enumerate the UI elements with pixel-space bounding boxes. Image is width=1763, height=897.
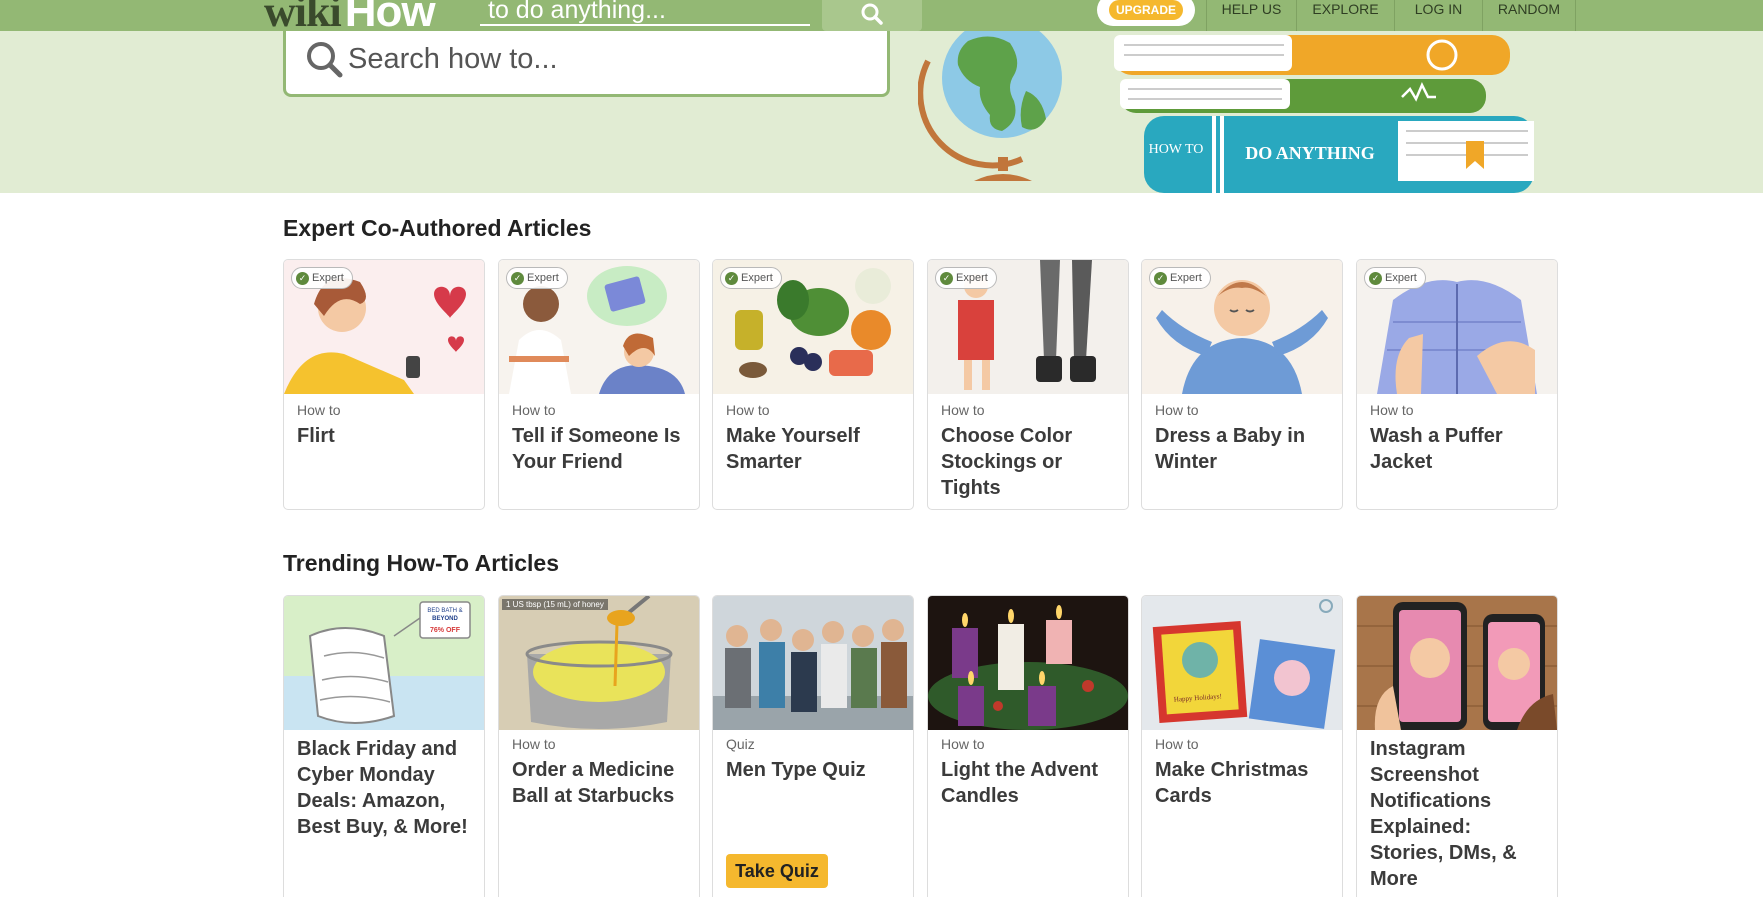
book-title-text: DO ANYTHING <box>1245 143 1375 163</box>
expert-badge: ✓ Expert <box>720 267 782 289</box>
check-icon: ✓ <box>296 271 309 285</box>
card-title: Tell if Someone Is Your Friend <box>512 425 681 473</box>
towels-price-tag-image: BED BATH & BEYOND 76% OFF <box>284 596 484 730</box>
card-title: Instagram Screenshot Notifications Expla… <box>1370 738 1517 890</box>
tag-line-1: BED BATH & <box>427 608 462 614</box>
article-card-make-smarter[interactable]: ✓ Expert How to Make Yourself Smarter <box>712 259 914 510</box>
trending-section-title: Trending How-To Articles <box>283 550 560 576</box>
globe-and-books-illustration: HOW TO DO ANYTHING <box>918 31 1534 193</box>
article-card-puffer-jacket[interactable]: ✓ Expert How to Wash a Puffer Jacket <box>1356 259 1558 510</box>
check-icon: ✓ <box>940 271 953 285</box>
card-kicker: How to <box>941 402 985 418</box>
advent-candles-image <box>928 596 1128 730</box>
card-title: Men Type Quiz <box>726 759 866 781</box>
check-icon: ✓ <box>511 271 524 285</box>
card-title: Wash a Puffer Jacket <box>1370 425 1503 473</box>
hero-search-placeholder: Search how to... <box>348 43 558 75</box>
christmas-cards-image: Happy Holidays! <box>1142 596 1342 730</box>
check-icon: ✓ <box>1369 271 1382 285</box>
top-search-input[interactable]: to do anything... <box>480 0 810 26</box>
expert-badge-label: Expert <box>527 272 559 284</box>
expert-badge-label: Expert <box>1170 272 1202 284</box>
card-kicker: How to <box>512 736 556 752</box>
nav-help-us[interactable]: HELP US <box>1206 0 1296 31</box>
top-search-button[interactable] <box>822 0 922 31</box>
article-card-dress-baby[interactable]: ✓ Expert How to Dress a Baby in Winter <box>1141 259 1343 510</box>
card-title: Order a Medicine Ball at Starbucks <box>512 759 675 807</box>
card-kicker: How to <box>1155 402 1199 418</box>
expert-badge-label: Expert <box>312 272 344 284</box>
book-how-to-text: HOW TO <box>1149 142 1204 157</box>
article-card-medicine-ball[interactable]: 1 US tbsp (15 mL) of honey How to Order … <box>498 595 700 897</box>
nav-explore[interactable]: EXPLORE <box>1296 0 1394 31</box>
card-title: Dress a Baby in Winter <box>1155 425 1306 473</box>
tag-line-2: BEYOND <box>432 616 458 622</box>
upgrade-label: UPGRADE <box>1108 0 1183 20</box>
expert-badge-label: Expert <box>956 272 988 284</box>
honey-spoon-image <box>499 596 699 730</box>
article-card-christmas-cards[interactable]: Happy Holidays! How to Make Christmas Ca… <box>1141 595 1343 897</box>
nav-random[interactable]: RANDOM <box>1482 0 1576 31</box>
expert-badge-label: Expert <box>1385 272 1417 284</box>
phones-instagram-image <box>1357 596 1557 730</box>
article-card-tell-if-friend[interactable]: ✓ Expert How to Tell if Someone Is Your F… <box>498 259 700 510</box>
article-card-instagram-screenshot[interactable]: Instagram Screenshot Notifications Expla… <box>1356 595 1558 897</box>
take-quiz-button[interactable]: Take Quiz <box>726 854 828 888</box>
expert-badge: ✓ Expert <box>1149 267 1211 289</box>
search-icon <box>307 42 343 78</box>
article-card-stockings[interactable]: ✓ Expert How to Choose Color Stockings or… <box>927 259 1129 510</box>
image-caption: 1 US tbsp (15 mL) of honey <box>502 599 608 610</box>
top-nav-bar: wikiHow to do anything... UPGRADE HELP U… <box>0 0 1763 36</box>
search-icon <box>861 3 883 25</box>
hero-search-input[interactable]: Search how to... <box>283 31 890 97</box>
card-kicker: How to <box>1155 736 1199 752</box>
card-kicker: How to <box>726 402 770 418</box>
article-card-black-friday[interactable]: BED BATH & BEYOND 76% OFF Black Friday a… <box>283 595 485 897</box>
nav-log-in[interactable]: LOG IN <box>1394 0 1482 31</box>
card-kicker: Quiz <box>726 736 755 752</box>
expert-badge: ✓ Expert <box>935 267 997 289</box>
card-title: Black Friday and Cyber Monday Deals: Ama… <box>297 738 468 838</box>
card-title: Choose Color Stockings or Tights <box>941 425 1073 499</box>
card-title: Light the Advent Candles <box>941 759 1099 807</box>
expert-badge-label: Expert <box>741 272 773 284</box>
books-stack-icon: HOW TO DO ANYTHING <box>1114 35 1534 193</box>
card-kicker: How to <box>512 402 556 418</box>
check-icon: ✓ <box>1154 271 1167 285</box>
article-card-advent-candles[interactable]: How to Light the Advent Candles <box>927 595 1129 897</box>
upgrade-button[interactable]: UPGRADE <box>1097 0 1195 26</box>
expert-section-title: Expert Co-Authored Articles <box>283 215 592 241</box>
group-of-men-image <box>713 596 913 730</box>
hero-banner: Search how to... HOW TO DO ANYTHING <box>0 31 1763 193</box>
article-card-men-type-quiz[interactable]: Quiz Men Type Quiz Take Quiz <box>712 595 914 897</box>
card-title: Make Yourself Smarter <box>726 425 860 473</box>
card-kicker: How to <box>941 736 985 752</box>
expert-badge: ✓ Expert <box>1364 267 1426 289</box>
expert-badge: ✓ Expert <box>506 267 568 289</box>
card-title: Flirt <box>297 425 335 447</box>
card-kicker: How to <box>297 402 341 418</box>
globe-icon <box>918 31 1062 181</box>
tag-line-3: 76% OFF <box>430 627 461 634</box>
expert-badge: ✓ Expert <box>291 267 353 289</box>
card-kicker: How to <box>1370 402 1414 418</box>
article-card-flirt[interactable]: ✓ Expert How to Flirt <box>283 259 485 510</box>
card-title: Make Christmas Cards <box>1155 759 1309 807</box>
check-icon: ✓ <box>725 271 738 285</box>
